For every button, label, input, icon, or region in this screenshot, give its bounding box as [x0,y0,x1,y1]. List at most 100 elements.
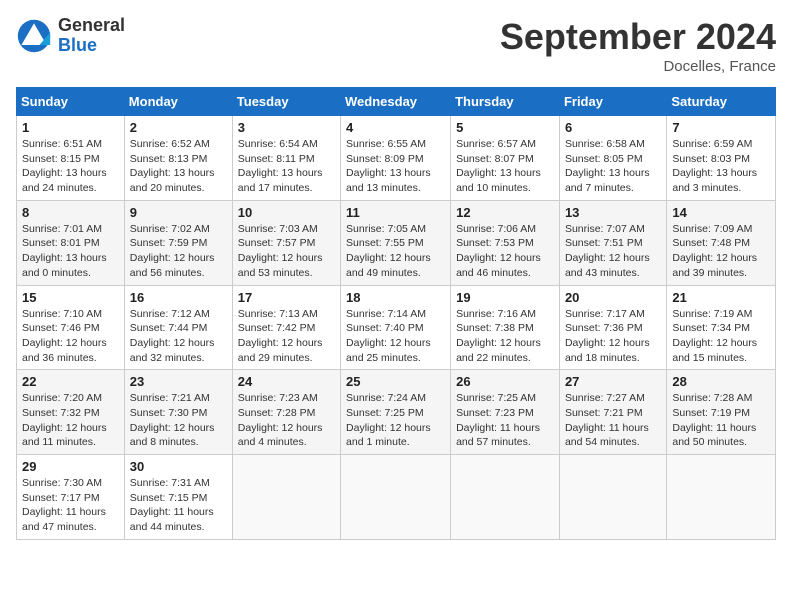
calendar-cell: 16 Sunrise: 7:12 AMSunset: 7:44 PMDayligh… [124,285,232,370]
day-info: Sunrise: 6:59 AMSunset: 8:03 PMDaylight:… [672,137,770,196]
calendar-cell [341,455,451,540]
page-header: General Blue September 2024 Docelles, Fr… [16,16,776,75]
weekday-header-friday: Friday [559,88,666,116]
day-number: 15 [22,290,119,305]
day-info: Sunrise: 7:30 AMSunset: 7:17 PMDaylight:… [22,476,119,535]
weekday-header-saturday: Saturday [667,88,776,116]
day-info: Sunrise: 7:12 AMSunset: 7:44 PMDaylight:… [130,307,227,366]
month-title: September 2024 [500,16,776,58]
day-info: Sunrise: 7:28 AMSunset: 7:19 PMDaylight:… [672,391,770,450]
day-info: Sunrise: 7:02 AMSunset: 7:59 PMDaylight:… [130,222,227,281]
weekday-header-thursday: Thursday [451,88,560,116]
calendar-cell: 18Sunrise: 7:14 AMSunset: 7:40 PMDayligh… [341,285,451,370]
calendar-cell: 24Sunrise: 7:23 AMSunset: 7:28 PMDayligh… [232,370,340,455]
calendar-cell: 4 Sunrise: 6:55 AMSunset: 8:09 PMDaylight… [341,116,451,201]
calendar-cell: 25Sunrise: 7:24 AMSunset: 7:25 PMDayligh… [341,370,451,455]
calendar-week-row: 22Sunrise: 7:20 AMSunset: 7:32 PMDayligh… [17,370,776,455]
day-info: Sunrise: 7:03 AMSunset: 7:57 PMDaylight:… [238,222,335,281]
day-info: Sunrise: 6:55 AMSunset: 8:09 PMDaylight:… [346,137,445,196]
day-number: 29 [22,459,119,474]
day-number: 12 [456,205,554,220]
calendar-cell: 3 Sunrise: 6:54 AMSunset: 8:11 PMDaylight… [232,116,340,201]
calendar-cell: 15Sunrise: 7:10 AMSunset: 7:46 PMDayligh… [17,285,125,370]
calendar-week-row: 15Sunrise: 7:10 AMSunset: 7:46 PMDayligh… [17,285,776,370]
day-number: 16 [130,290,227,305]
calendar-cell: 8Sunrise: 7:01 AMSunset: 8:01 PMDaylight… [17,200,125,285]
day-info: Sunrise: 7:27 AMSunset: 7:21 PMDaylight:… [565,391,661,450]
day-number: 13 [565,205,661,220]
calendar-week-row: 8Sunrise: 7:01 AMSunset: 8:01 PMDaylight… [17,200,776,285]
calendar-cell: 27 Sunrise: 7:27 AMSunset: 7:21 PMDayligh… [559,370,666,455]
day-info: Sunrise: 7:07 AMSunset: 7:51 PMDaylight:… [565,222,661,281]
day-number: 2 [130,120,227,135]
calendar-cell: 13 Sunrise: 7:07 AMSunset: 7:51 PMDayligh… [559,200,666,285]
day-number: 3 [238,120,335,135]
calendar-cell: 6Sunrise: 6:58 AMSunset: 8:05 PMDaylight… [559,116,666,201]
calendar-cell: 11 Sunrise: 7:05 AMSunset: 7:55 PMDayligh… [341,200,451,285]
day-number: 28 [672,374,770,389]
day-number: 4 [346,120,445,135]
day-number: 5 [456,120,554,135]
day-info: Sunrise: 7:05 AMSunset: 7:55 PMDaylight:… [346,222,445,281]
day-number: 17 [238,290,335,305]
day-number: 9 [130,205,227,220]
logo: General Blue [16,16,125,56]
day-number: 7 [672,120,770,135]
day-number: 30 [130,459,227,474]
calendar-cell: 26Sunrise: 7:25 AMSunset: 7:23 PMDayligh… [451,370,560,455]
calendar-cell: 30 Sunrise: 7:31 AMSunset: 7:15 PMDayligh… [124,455,232,540]
day-info: Sunrise: 7:06 AMSunset: 7:53 PMDaylight:… [456,222,554,281]
day-info: Sunrise: 6:51 AMSunset: 8:15 PMDaylight:… [22,137,119,196]
calendar-cell: 1 Sunrise: 6:51 AMSunset: 8:15 PMDaylight… [17,116,125,201]
day-info: Sunrise: 7:17 AMSunset: 7:36 PMDaylight:… [565,307,661,366]
location: Docelles, France [500,58,776,75]
weekday-header-wednesday: Wednesday [341,88,451,116]
day-info: Sunrise: 7:19 AMSunset: 7:34 PMDaylight:… [672,307,770,366]
day-number: 26 [456,374,554,389]
day-number: 6 [565,120,661,135]
calendar-cell: 29 Sunrise: 7:30 AMSunset: 7:17 PMDayligh… [17,455,125,540]
day-info: Sunrise: 6:57 AMSunset: 8:07 PMDaylight:… [456,137,554,196]
calendar-cell: 22Sunrise: 7:20 AMSunset: 7:32 PMDayligh… [17,370,125,455]
logo-icon [16,18,52,54]
calendar-cell [667,455,776,540]
day-number: 1 [22,120,119,135]
day-number: 10 [238,205,335,220]
day-number: 20 [565,290,661,305]
calendar-cell: 17 Sunrise: 7:13 AMSunset: 7:42 PMDayligh… [232,285,340,370]
day-number: 21 [672,290,770,305]
title-block: September 2024 Docelles, France [500,16,776,75]
day-number: 25 [346,374,445,389]
day-number: 23 [130,374,227,389]
calendar-week-row: 29 Sunrise: 7:30 AMSunset: 7:17 PMDayligh… [17,455,776,540]
calendar-header-row: SundayMondayTuesdayWednesdayThursdayFrid… [17,88,776,116]
calendar-cell [451,455,560,540]
calendar-cell: 19Sunrise: 7:16 AMSunset: 7:38 PMDayligh… [451,285,560,370]
calendar-cell: 5 Sunrise: 6:57 AMSunset: 8:07 PMDaylight… [451,116,560,201]
calendar-cell: 2 Sunrise: 6:52 AMSunset: 8:13 PMDaylight… [124,116,232,201]
day-number: 11 [346,205,445,220]
weekday-header-sunday: Sunday [17,88,125,116]
calendar-cell: 14Sunrise: 7:09 AMSunset: 7:48 PMDayligh… [667,200,776,285]
calendar-cell: 21 Sunrise: 7:19 AMSunset: 7:34 PMDayligh… [667,285,776,370]
logo-text: General Blue [58,16,125,56]
day-number: 19 [456,290,554,305]
calendar-cell: 7 Sunrise: 6:59 AMSunset: 8:03 PMDaylight… [667,116,776,201]
day-info: Sunrise: 6:54 AMSunset: 8:11 PMDaylight:… [238,137,335,196]
day-number: 22 [22,374,119,389]
calendar-cell: 12 Sunrise: 7:06 AMSunset: 7:53 PMDayligh… [451,200,560,285]
day-info: Sunrise: 6:52 AMSunset: 8:13 PMDaylight:… [130,137,227,196]
day-info: Sunrise: 7:13 AMSunset: 7:42 PMDaylight:… [238,307,335,366]
calendar-cell: 23 Sunrise: 7:21 AMSunset: 7:30 PMDayligh… [124,370,232,455]
calendar-cell [232,455,340,540]
day-number: 27 [565,374,661,389]
calendar-cell: 28 Sunrise: 7:28 AMSunset: 7:19 PMDayligh… [667,370,776,455]
calendar-cell [559,455,666,540]
day-info: Sunrise: 7:31 AMSunset: 7:15 PMDaylight:… [130,476,227,535]
day-info: Sunrise: 7:21 AMSunset: 7:30 PMDaylight:… [130,391,227,450]
calendar-table: SundayMondayTuesdayWednesdayThursdayFrid… [16,87,776,540]
day-info: Sunrise: 7:14 AMSunset: 7:40 PMDaylight:… [346,307,445,366]
calendar-cell: 10 Sunrise: 7:03 AMSunset: 7:57 PMDayligh… [232,200,340,285]
calendar-cell: 9 Sunrise: 7:02 AMSunset: 7:59 PMDaylight… [124,200,232,285]
day-number: 14 [672,205,770,220]
